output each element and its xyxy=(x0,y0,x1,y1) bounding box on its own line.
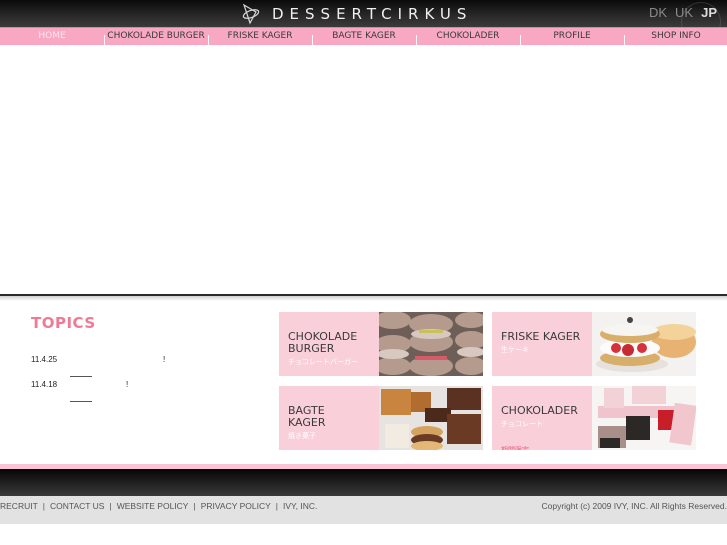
footer-link-website-policy[interactable]: WEBSITE POLICY xyxy=(117,501,189,511)
footer-dark-bar xyxy=(0,469,727,496)
chocolate-boxes-photo xyxy=(592,386,696,450)
topic-link-underline xyxy=(70,401,92,402)
tile-title: CHOKOLADE BURGER xyxy=(288,330,358,355)
topic-date: 11.4.25 xyxy=(31,355,58,364)
tile-label: BAGTE KAGER 焼き菓子 xyxy=(288,393,325,450)
tile-label: CHOKOLADER チョコレート 期間限定 xyxy=(501,393,578,451)
nav-chokolader[interactable]: CHOKOLADER xyxy=(416,28,520,46)
nav-profile[interactable]: PROFILE xyxy=(520,28,624,46)
footer-separator: | xyxy=(42,501,45,511)
category-tile-chokolader[interactable]: CHOKOLADER チョコレート 期間限定 xyxy=(492,386,696,450)
tile-subtitle-jp: チョコレートバーガー xyxy=(288,358,358,366)
nav-shop-info[interactable]: SHOP INFO xyxy=(624,28,727,46)
tile-label: CHOKOLADE BURGER チョコレートバーガー xyxy=(288,319,358,376)
nav-chokolade-burger[interactable]: CHOKOLADE BURGER xyxy=(104,28,208,46)
hero-area xyxy=(0,45,727,294)
copyright: Copyright (c) 2009 IVY, INC. All Rights … xyxy=(541,501,727,511)
nav-bagte-kager[interactable]: BAGTE KAGER xyxy=(312,28,416,46)
footer-link-privacy-policy[interactable]: PRIVACY POLICY xyxy=(201,501,271,511)
topic-link-underline xyxy=(70,376,92,377)
category-tile-bagte-kager[interactable]: BAGTE KAGER 焼き菓子 xyxy=(279,386,483,450)
footer-link-ivy-inc[interactable]: IVY, INC. xyxy=(283,501,317,511)
nav-friske-kager[interactable]: FRISKE KAGER xyxy=(208,28,312,46)
tile-title: BAGTE KAGER xyxy=(288,404,326,429)
nav-home[interactable]: HOME xyxy=(0,28,104,45)
category-tile-friske-kager[interactable]: FRISKE KAGER 生ケーキ xyxy=(492,312,696,376)
language-switcher: DK UK JP xyxy=(649,5,717,20)
tile-limited-label: 期間限定 xyxy=(501,446,529,450)
category-tile-chokolade-burger[interactable]: CHOKOLADE BURGER チョコレートバーガー xyxy=(279,312,483,376)
star-logo-icon xyxy=(242,3,260,25)
brand-name: DESSERTCIRKUS xyxy=(272,5,473,23)
lang-uk[interactable]: UK xyxy=(675,5,693,20)
topic-date: 11.4.18 xyxy=(31,380,58,389)
tile-title: FRISKE KAGER xyxy=(501,330,581,343)
topic-text[interactable]: ! xyxy=(163,355,165,364)
tile-subtitle-jp: 生ケーキ xyxy=(501,346,529,354)
tile-title: CHOKOLADER xyxy=(501,404,578,417)
footer-links: RECRUIT | CONTACT US | WEBSITE POLICY | … xyxy=(0,501,317,511)
footer-separator: | xyxy=(109,501,112,511)
footer-separator: | xyxy=(193,501,196,511)
topic-text[interactable]: ! xyxy=(126,380,128,389)
tile-subtitle-jp: チョコレート xyxy=(501,420,543,428)
tile-label: FRISKE KAGER 生ケーキ xyxy=(501,319,580,368)
site-logo[interactable]: DESSERTCIRKUS xyxy=(240,2,472,26)
burger-photo xyxy=(379,312,483,376)
topics-heading: TOPICS xyxy=(31,314,96,332)
cake-photo xyxy=(592,312,696,376)
footer: RECRUIT | CONTACT US | WEBSITE POLICY | … xyxy=(0,496,727,524)
footer-link-recruit[interactable]: RECRUIT xyxy=(0,501,38,511)
baked-goods-photo xyxy=(379,386,483,450)
tile-subtitle-jp: 焼き菓子 xyxy=(288,432,316,440)
divider-shadow xyxy=(0,296,727,301)
footer-separator: | xyxy=(275,501,278,511)
lang-dk[interactable]: DK xyxy=(649,5,667,20)
lang-jp[interactable]: JP xyxy=(701,5,717,20)
footer-link-contact-us[interactable]: CONTACT US xyxy=(50,501,104,511)
site-header: DESSERTCIRKUS DK UK JP xyxy=(0,0,727,42)
main-nav: HOME CHOKOLADE BURGER FRISKE KAGER BAGTE… xyxy=(0,27,727,46)
